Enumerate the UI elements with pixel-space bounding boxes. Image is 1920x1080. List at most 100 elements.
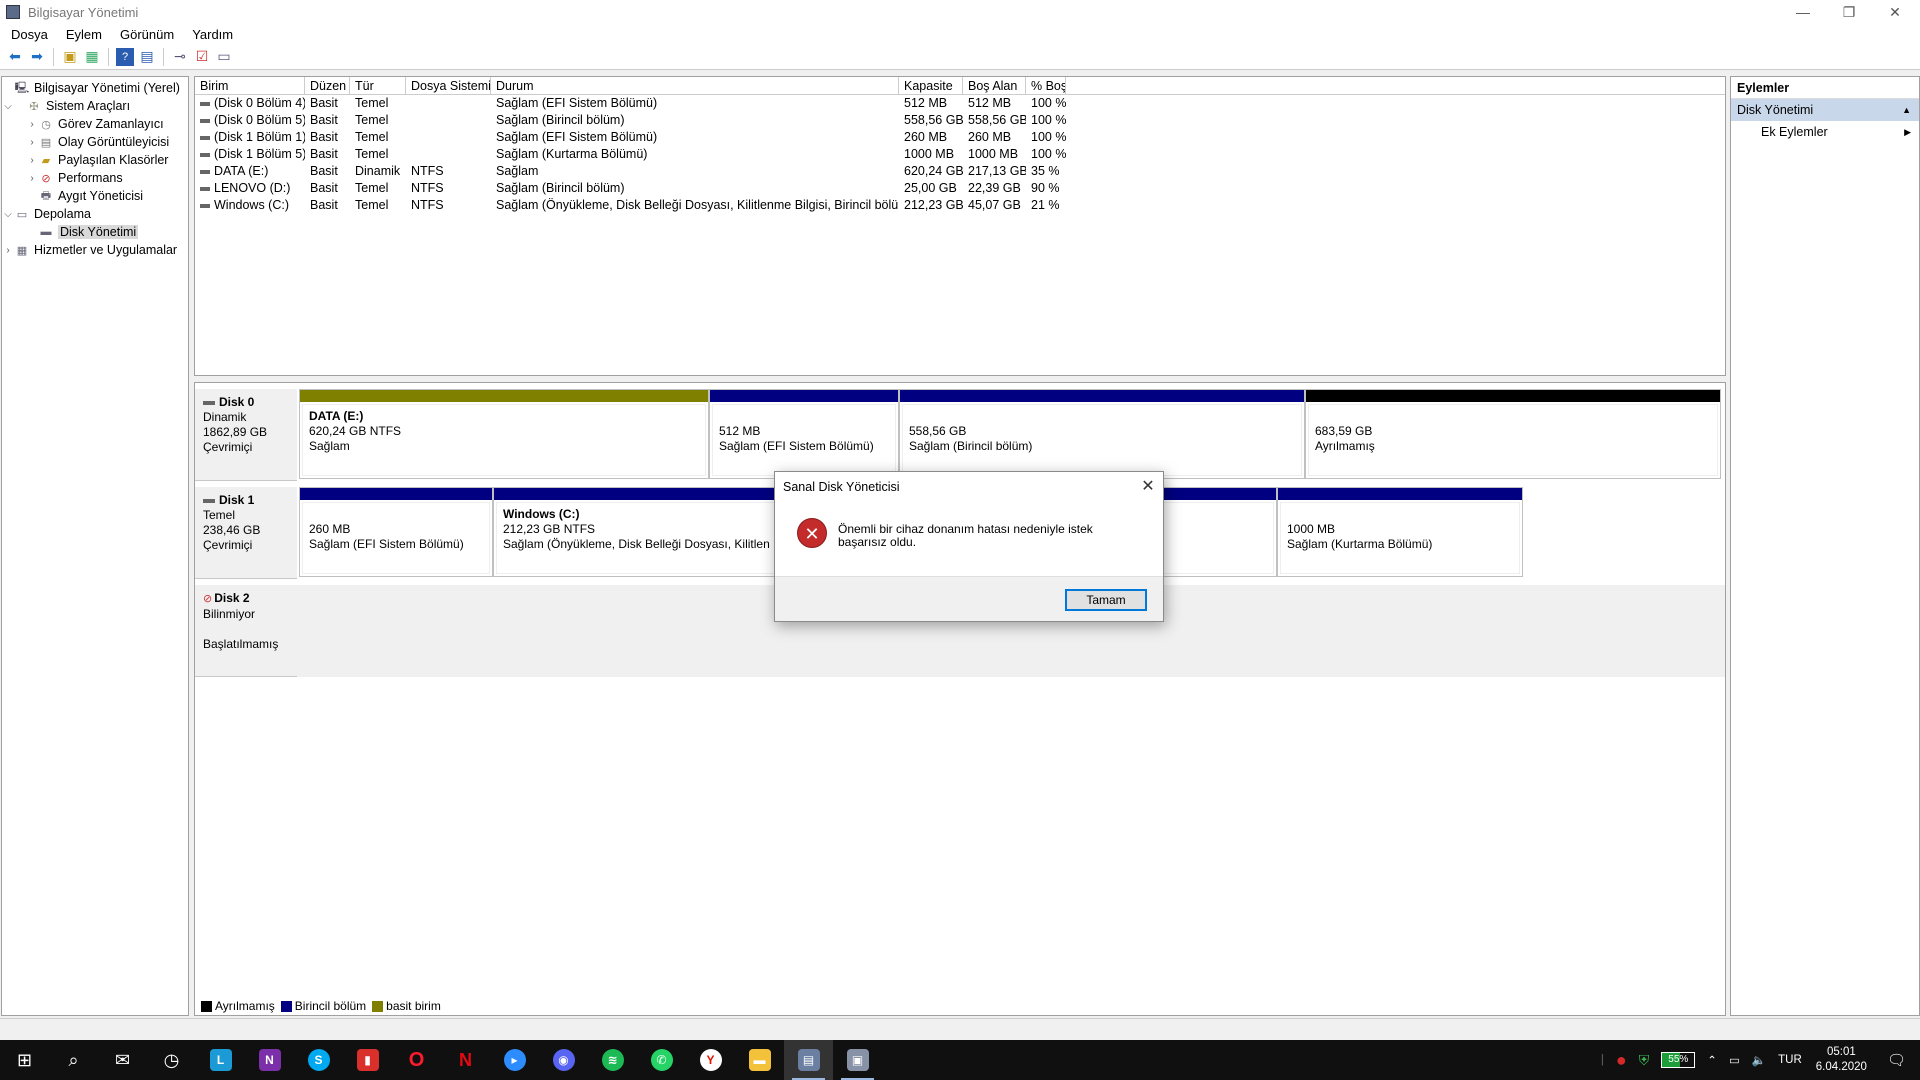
- column-header-free[interactable]: Boş Alan: [963, 77, 1026, 94]
- taskbar-red-app[interactable]: ▮: [343, 1040, 392, 1080]
- cell-status: Sağlam (Birincil bölüm): [491, 180, 899, 197]
- column-header-capacity[interactable]: Kapasite: [899, 77, 963, 94]
- column-header-layout[interactable]: Düzen: [305, 77, 350, 94]
- shield-icon[interactable]: ⛨: [1639, 1052, 1650, 1069]
- taskbar-whatsapp[interactable]: ✆: [637, 1040, 686, 1080]
- disk-label[interactable]: ⊘ Disk 2 Bilinmiyor Başlatılmamış: [195, 585, 297, 677]
- tree-label: Performans: [58, 171, 123, 185]
- expand-chevron-icon[interactable]: ›: [26, 119, 38, 130]
- taskbar-spotify[interactable]: ≋: [588, 1040, 637, 1080]
- clock[interactable]: 05:01 6.04.2020: [1816, 1045, 1867, 1075]
- notification-icon[interactable]: 🗨: [1887, 1051, 1906, 1069]
- forward-arrow-icon[interactable]: ➡: [28, 48, 46, 66]
- menu-action[interactable]: Eylem: [57, 27, 111, 42]
- taskbar-netflix[interactable]: N: [441, 1040, 490, 1080]
- legend-label: Ayrılmamış: [215, 999, 275, 1013]
- taskbar-onenote[interactable]: N: [245, 1040, 294, 1080]
- legend: Ayrılmamış Birincil bölüm basit birim: [201, 999, 441, 1013]
- collapse-chevron-icon[interactable]: ⌵: [2, 209, 14, 220]
- disk-label[interactable]: Disk 0 Dinamik 1862,89 GB Çevrimiçi: [195, 389, 297, 481]
- tree-services[interactable]: › ▦ Hizmetler ve Uygulamalar: [2, 241, 188, 259]
- taskbar-skype[interactable]: S: [294, 1040, 343, 1080]
- back-arrow-icon[interactable]: ⬅: [6, 48, 24, 66]
- partition-unallocated-disk0[interactable]: 683,59 GB Ayrılmamış: [1305, 389, 1721, 479]
- search-button[interactable]: ⌕: [49, 1040, 98, 1080]
- column-header-status[interactable]: Durum: [491, 77, 899, 94]
- yandex-icon: Y: [699, 1049, 722, 1071]
- menu-help[interactable]: Yardım: [183, 27, 242, 42]
- collapse-up-icon[interactable]: ▲: [1902, 99, 1911, 121]
- tree-system-tools[interactable]: ⌵ ✠ Sistem Araçları: [2, 97, 188, 115]
- more-actions-item[interactable]: Ek Eylemler ▶: [1731, 121, 1919, 143]
- expand-chevron-icon[interactable]: ›: [26, 137, 38, 148]
- dialog-title-bar: Sanal Disk Yöneticisi ✕: [775, 472, 1163, 502]
- tree-disk-management[interactable]: ▬ Disk Yönetimi: [2, 223, 188, 241]
- taskbar-opera[interactable]: O: [392, 1040, 441, 1080]
- action-pane-icon[interactable]: ▤: [138, 48, 156, 66]
- partition-data-e[interactable]: DATA (E:) 620,24 GB NTFS Sağlam: [299, 389, 709, 479]
- ok-button[interactable]: Tamam: [1065, 589, 1147, 611]
- volume-row[interactable]: DATA (E:) Basit Dinamik NTFS Sağlam 620,24 GB…: [195, 163, 1725, 180]
- taskbar-mail[interactable]: ✉: [98, 1040, 147, 1080]
- taskbar-zoom[interactable]: ▸: [490, 1040, 539, 1080]
- cell-text: Sağlam (EFI Sistem Bölümü): [496, 130, 658, 144]
- expand-chevron-icon[interactable]: ›: [26, 173, 38, 184]
- taskbar-l-app[interactable]: L: [196, 1040, 245, 1080]
- dialog-close-icon[interactable]: ✕: [1133, 472, 1163, 502]
- tree-task-scheduler[interactable]: › ◷ Görev Zamanlayıcı: [2, 115, 188, 133]
- column-header-percent-free[interactable]: % Boş: [1026, 77, 1066, 94]
- tray-red-app-icon[interactable]: ●: [1616, 1050, 1627, 1071]
- tree-event-viewer[interactable]: › ▤ Olay Görüntüleyicisi: [2, 133, 188, 151]
- tree-device-manager[interactable]: 🖶 Aygıt Yöneticisi: [2, 187, 188, 205]
- volume-icon[interactable]: 🔈: [1752, 1053, 1766, 1067]
- help-icon[interactable]: ?: [116, 47, 134, 66]
- partition-efi-disk0[interactable]: 512 MB Sağlam (EFI Sistem Bölümü): [709, 389, 899, 479]
- tree-storage[interactable]: ⌵ ▭ Depolama: [2, 205, 188, 223]
- volume-row[interactable]: (Disk 0 Bölüm 4) Basit Temel Sağlam (EFI Si…: [195, 95, 1725, 112]
- column-header-type[interactable]: Tür: [350, 77, 406, 94]
- battery-indicator[interactable]: 55%: [1661, 1052, 1696, 1068]
- expand-chevron-icon[interactable]: ›: [26, 155, 38, 166]
- disk-name: Disk 1: [219, 493, 255, 507]
- partition-recovery-disk1[interactable]: 1000 MB Sağlam (Kurtarma Bölümü): [1277, 487, 1523, 577]
- partition-efi-disk1[interactable]: 260 MB Sağlam (EFI Sistem Bölümü): [299, 487, 493, 577]
- network-icon[interactable]: ▭: [1729, 1053, 1740, 1067]
- menu-view[interactable]: Görünüm: [111, 27, 183, 42]
- actions-section-disk-management[interactable]: Disk Yönetimi ▲: [1731, 99, 1919, 121]
- taskbar-virtual-disk[interactable]: ▣: [833, 1040, 882, 1080]
- menu-file[interactable]: Dosya: [2, 27, 57, 42]
- close-window-button[interactable]: ✕: [1872, 0, 1918, 24]
- minimize-button[interactable]: —: [1780, 0, 1826, 24]
- column-header-filesystem[interactable]: Dosya Sistemi: [406, 77, 491, 94]
- computer-management-icon: [6, 5, 20, 19]
- properties-icon[interactable]: ▭: [215, 48, 233, 66]
- collapse-chevron-icon[interactable]: ⌵: [2, 101, 14, 112]
- column-header-volume[interactable]: Birim: [195, 77, 305, 94]
- console-tree-icon[interactable]: ▦: [83, 48, 101, 66]
- taskbar-yandex[interactable]: Y: [686, 1040, 735, 1080]
- check-icon[interactable]: ☑: [193, 48, 211, 66]
- tree-performance[interactable]: › ⊘ Performans: [2, 169, 188, 187]
- show-hidden-icons-chevron-icon[interactable]: ⌃: [1707, 1053, 1717, 1067]
- volume-row[interactable]: (Disk 1 Bölüm 5) Basit Temel Sağlam (Kurtar…: [195, 146, 1725, 163]
- restore-button[interactable]: ❐: [1826, 0, 1872, 24]
- taskbar-alarms[interactable]: ◷: [147, 1040, 196, 1080]
- tree-root[interactable]: 🖳 Bilgisayar Yönetimi (Yerel): [2, 79, 188, 97]
- language-indicator[interactable]: TUR: [1778, 1054, 1802, 1066]
- partition-primary-disk0[interactable]: 558,56 GB Sağlam (Birincil bölüm): [899, 389, 1305, 479]
- cell-percent-free: 100 %: [1026, 129, 1066, 146]
- up-folder-icon[interactable]: ▣: [61, 48, 79, 66]
- connect-icon[interactable]: ⊸: [171, 48, 189, 66]
- taskbar-file-explorer[interactable]: ▬: [735, 1040, 784, 1080]
- volume-row[interactable]: Windows (C:) Basit Temel NTFS Sağlam (Önyükl…: [195, 197, 1725, 214]
- expand-chevron-icon[interactable]: ›: [2, 245, 14, 256]
- start-button[interactable]: ⊞: [0, 1040, 49, 1080]
- cell-percent-free: 100 %: [1026, 146, 1066, 163]
- taskbar-computer-management[interactable]: ▤: [784, 1040, 833, 1080]
- volume-row[interactable]: (Disk 1 Bölüm 1) Basit Temel Sağlam (EFI Si…: [195, 129, 1725, 146]
- tree-shared-folders[interactable]: › ▰ Paylaşılan Klasörler: [2, 151, 188, 169]
- disk-label[interactable]: Disk 1 Temel 238,46 GB Çevrimiçi: [195, 487, 297, 579]
- volume-row[interactable]: LENOVO (D:) Basit Temel NTFS Sağlam (Birinci…: [195, 180, 1725, 197]
- taskbar-discord[interactable]: ◉: [539, 1040, 588, 1080]
- volume-row[interactable]: (Disk 0 Bölüm 5) Basit Temel Sağlam (Birinc…: [195, 112, 1725, 129]
